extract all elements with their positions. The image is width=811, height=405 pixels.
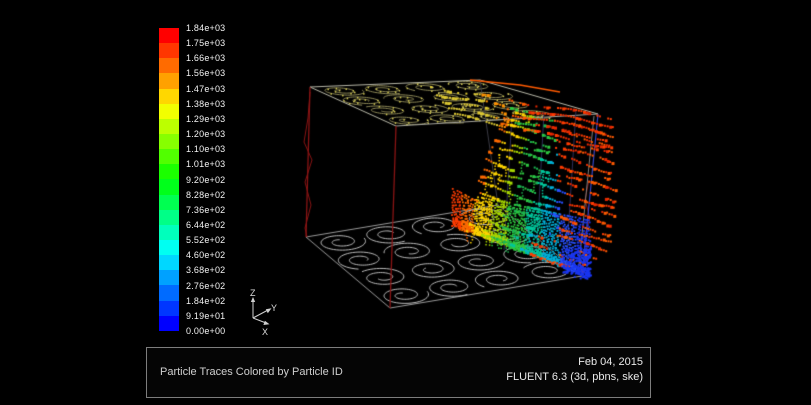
colorbar-label: 1.10e+03 (186, 144, 225, 154)
colorbar-segment (159, 58, 179, 73)
colorbar-segment (159, 104, 179, 119)
colorbar-segment (159, 316, 179, 331)
colorbar-segment (159, 179, 179, 194)
colorbar-segment (159, 43, 179, 58)
colorbar-label: 1.20e+03 (186, 129, 225, 139)
colorbar-segment (159, 119, 179, 134)
colorbar-segment (159, 240, 179, 255)
colorbar-segment (159, 255, 179, 270)
colorbar-segment (159, 301, 179, 316)
colorbar-label: 9.19e+01 (186, 311, 225, 321)
particle-traces-3d-scene[interactable] (0, 0, 811, 405)
colorbar-label: 1.56e+03 (186, 68, 225, 78)
colorbar-segment (159, 195, 179, 210)
colorbar-label: 1.29e+03 (186, 114, 225, 124)
colorbar-swatches (159, 28, 179, 331)
colorbar-label: 1.66e+03 (186, 53, 225, 63)
colorbar-label: 0.00e+00 (186, 326, 225, 336)
colorbar-segment (159, 210, 179, 225)
colorbar-label: 5.52e+02 (186, 235, 225, 245)
colorbar-label: 1.75e+03 (186, 38, 225, 48)
colorbar-segment (159, 149, 179, 164)
colorbar-label: 1.84e+02 (186, 296, 225, 306)
colorbar-segment (159, 89, 179, 104)
axis-label-y: Y (271, 303, 277, 313)
colorbar-label: 1.38e+03 (186, 99, 225, 109)
caption-title: Particle Traces Colored by Particle ID (160, 366, 343, 378)
colorbar-label: 1.47e+03 (186, 84, 225, 94)
colorbar-label: 1.84e+03 (186, 23, 225, 33)
caption-meta: Feb 04, 2015 FLUENT 6.3 (3d, pbns, ske) (506, 355, 643, 385)
colorbar-label: 8.28e+02 (186, 190, 225, 200)
colorbar-segment (159, 73, 179, 88)
x-axis-arrow (253, 318, 266, 323)
caption-app-version: FLUENT 6.3 (3d, pbns, ske) (506, 370, 643, 385)
colorbar-label: 6.44e+02 (186, 220, 225, 230)
colorbar-segment (159, 285, 179, 300)
axis-label-z: Z (250, 288, 256, 298)
caption-date: Feb 04, 2015 (506, 355, 643, 370)
colorbar-segment (159, 225, 179, 240)
colorbar-segment (159, 164, 179, 179)
colorbar-label: 2.76e+02 (186, 281, 225, 291)
axis-label-x: X (262, 327, 268, 337)
colorbar-label: 9.20e+02 (186, 175, 225, 185)
colorbar-label: 7.36e+02 (186, 205, 225, 215)
caption-box: Particle Traces Colored by Particle ID F… (146, 347, 651, 398)
fluent-graphics-window: 1.84e+03 1.75e+03 1.66e+03 1.56e+03 1.47e+03… (0, 0, 811, 405)
y-axis-arrow (253, 310, 268, 318)
axis-triad: Z Y X (238, 286, 302, 340)
colorbar-segment (159, 28, 179, 43)
x-axis-arrowhead (263, 321, 269, 325)
colorbar-label: 4.60e+02 (186, 250, 225, 260)
colorbar-label: 3.68e+02 (186, 265, 225, 275)
colorbar-segment (159, 134, 179, 149)
colorbar-segment (159, 270, 179, 285)
colorbar-label: 1.01e+03 (186, 159, 225, 169)
